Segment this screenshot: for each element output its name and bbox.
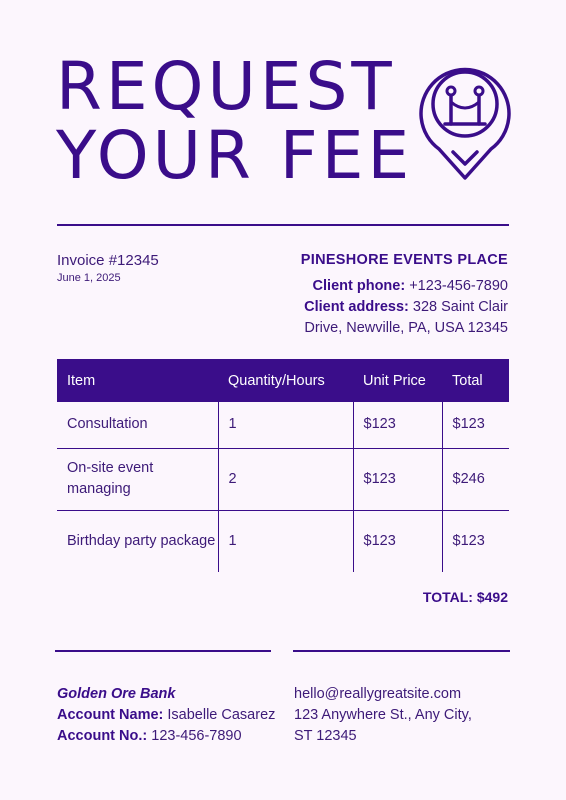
items-table: Item Quantity/Hours Unit Price Total Con… [57, 359, 509, 572]
total-cell: $123 [441, 402, 509, 449]
total-cell: $246 [441, 448, 509, 511]
account-number-label: Account No.: [57, 728, 148, 744]
contact-address-line-2: ST 12345 [294, 728, 357, 744]
item-cell: On-site event managing [57, 448, 218, 511]
total-value: $492 [476, 589, 508, 605]
location-pin-icon [419, 67, 511, 180]
client-phone: Client phone: +123-456-7890 [301, 276, 508, 297]
bank-name: Golden Ore Bank [57, 686, 176, 702]
column-header-quantity: Quantity/Hours [218, 359, 353, 402]
column-header-total: Total [442, 359, 509, 402]
column-header-unit-price: Unit Price [353, 359, 442, 402]
unit-price-cell: $123 [352, 402, 442, 449]
quantity-cell: 1 [217, 510, 353, 572]
client-address: Client address: 328 Saint Clair [301, 297, 508, 318]
unit-price-cell: $123 [352, 510, 442, 572]
account-name-label: Account Name: [57, 707, 164, 723]
column-header-item: Item [57, 359, 218, 402]
client-info: PINESHORE EVENTS PLACE Client phone: +12… [301, 250, 508, 339]
quantity-cell: 2 [217, 448, 353, 511]
client-address-label: Client address: [304, 299, 409, 315]
bank-details: Golden Ore Bank Account Name: Isabelle C… [57, 684, 275, 747]
contact-address-line-1: 123 Anywhere St., Any City, [294, 707, 472, 723]
total-cell: $123 [441, 510, 509, 572]
table-row: On-site event managing 2 $123 $246 [57, 448, 509, 511]
grand-total: TOTAL: $492 [423, 589, 508, 605]
left-footer-divider [55, 650, 271, 652]
invoice-date: June 1, 2025 [57, 272, 121, 284]
contact-email: hello@reallygreatsite.com [294, 686, 462, 702]
page-title-line-1: REQUEST [56, 48, 396, 125]
header-divider [57, 224, 509, 226]
client-address-line-1: 328 Saint Clair [412, 299, 508, 315]
unit-price-cell: $123 [352, 448, 442, 511]
table-row: Consultation 1 $123 $123 [57, 402, 509, 449]
client-phone-value: +123-456-7890 [409, 278, 508, 294]
page-title-line-2: YOUR FEE [56, 117, 414, 194]
account-name: Account Name: Isabelle Casarez [57, 705, 275, 726]
client-company: PINESHORE EVENTS PLACE [300, 252, 508, 268]
item-cell: Consultation [57, 402, 218, 449]
quantity-cell: 1 [217, 402, 353, 449]
contact-details: hello@reallygreatsite.com 123 Anywhere S… [294, 684, 509, 747]
account-number-value: 123-456-7890 [151, 728, 242, 744]
right-footer-divider [293, 650, 510, 652]
table-row: Birthday party package 1 $123 $123 [57, 510, 509, 572]
table-header-row: Item Quantity/Hours Unit Price Total [57, 359, 509, 402]
client-phone-label: Client phone: [312, 278, 406, 294]
client-address-line-2: Drive, Newville, PA, USA 12345 [304, 320, 508, 336]
item-cell: Birthday party package [67, 532, 216, 549]
account-name-value: Isabelle Casarez [167, 707, 276, 723]
total-label: TOTAL: [422, 589, 473, 605]
invoice-number: Invoice #12345 [57, 252, 159, 269]
account-number: Account No.: 123-456-7890 [57, 726, 275, 747]
